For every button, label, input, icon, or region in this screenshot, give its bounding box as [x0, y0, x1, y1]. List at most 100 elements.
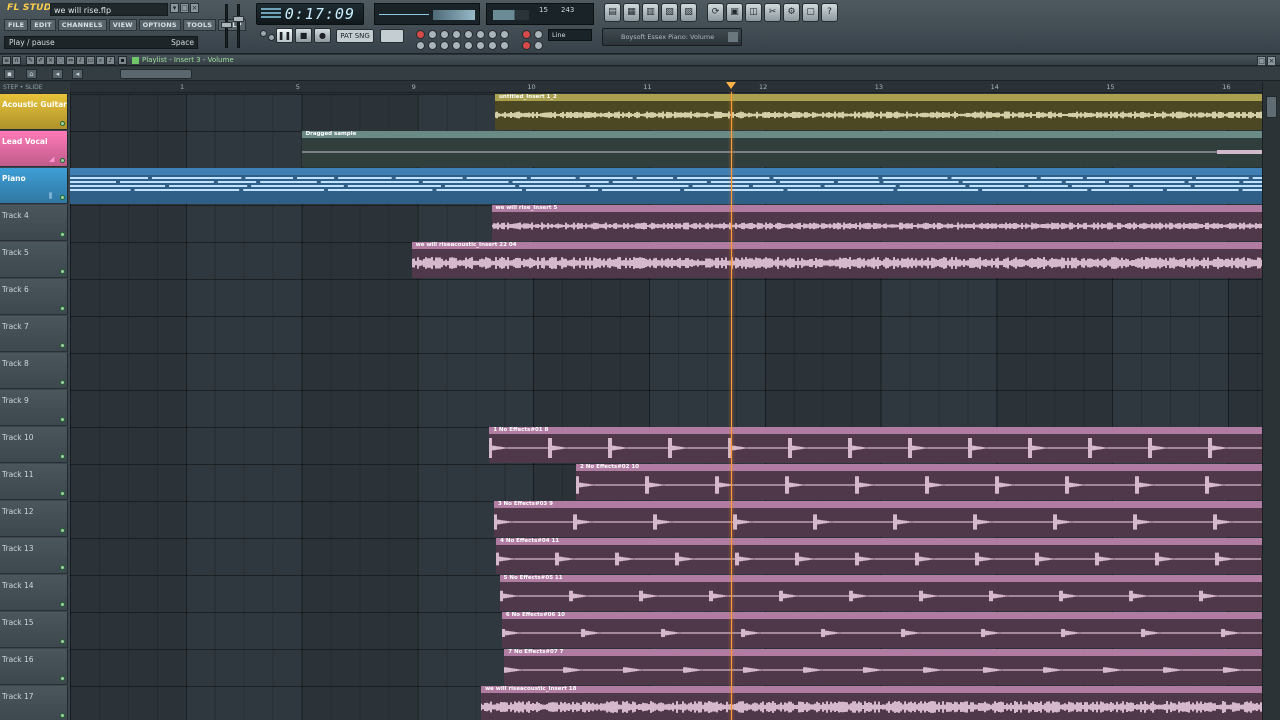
scroll-left-end-icon[interactable]: ◂ [72, 69, 83, 79]
menu-tools[interactable]: TOOLS [182, 19, 217, 31]
play-pause-button[interactable]: ❚❚ [276, 28, 293, 43]
typing-keyboard-icon[interactable] [476, 30, 485, 39]
master-pitch-knob[interactable] [233, 16, 244, 22]
scale-icon[interactable] [464, 41, 473, 50]
track-header[interactable]: Track 16 [0, 649, 68, 685]
scroll-left-icon[interactable]: ◂ [52, 69, 63, 79]
online-icon[interactable]: ▢ [802, 3, 819, 22]
dropdown-arrow-icon[interactable] [728, 32, 738, 42]
minimize-icon[interactable]: ▾ [170, 3, 179, 13]
audio-clip[interactable]: 1 No Effects#01 8 [489, 427, 1262, 463]
track-mute-icon[interactable] [60, 269, 65, 274]
audio-clip[interactable]: 3 No Effects#03 9 [493, 501, 1262, 537]
playhead-marker-icon[interactable] [725, 82, 736, 89]
tempo-knob[interactable] [260, 30, 267, 37]
metronome-icon[interactable] [428, 30, 437, 39]
track-header[interactable]: Track 9 [0, 390, 68, 426]
track-header[interactable]: Track 14 [0, 575, 68, 611]
track-header[interactable]: Track 10 [0, 427, 68, 463]
audio-clip[interactable]: we will riseacoustic_Insert 22 04 [411, 242, 1262, 278]
record-button[interactable]: ● [314, 28, 331, 43]
mixer-icon[interactable]: ▧ [661, 3, 678, 22]
track-mute-icon[interactable] [60, 121, 65, 126]
pattern-clip[interactable] [70, 168, 1262, 204]
countdown-icon[interactable] [440, 30, 449, 39]
focused-control-hint[interactable]: Boysoft Essex Piano: Volume [602, 28, 742, 46]
audio-clip[interactable]: we will rise_Insert 5 [491, 205, 1262, 241]
playlist-maximize-icon[interactable]: □ [1257, 56, 1266, 66]
slice-tool-icon[interactable]: ⫽ [76, 56, 85, 65]
track-header[interactable]: Piano ⫼ [0, 168, 68, 204]
snap-magnet-icon[interactable]: ∩ [12, 56, 21, 65]
playlist-menu-icon[interactable]: ≡ [2, 56, 11, 65]
track-mute-icon[interactable] [60, 528, 65, 533]
track-header[interactable]: Track 17 [0, 686, 68, 720]
wait-input-icon[interactable] [488, 30, 497, 39]
track-mute-icon[interactable] [60, 195, 65, 200]
track-menu-icon[interactable]: ▪ [4, 69, 15, 79]
settings-icon[interactable]: ⚙ [783, 3, 800, 22]
plugin-picker-icon[interactable]: ▣ [726, 3, 743, 22]
menu-view[interactable]: VIEW [108, 19, 137, 31]
track-mute-icon[interactable] [60, 639, 65, 644]
undo-icon[interactable]: ⟳ [707, 3, 724, 22]
master-volume-knob[interactable] [221, 22, 232, 28]
audio-clip[interactable]: untitled_Insert 1_2 [494, 94, 1262, 130]
grid-icon[interactable] [534, 41, 543, 50]
track-header[interactable]: Track 11 [0, 464, 68, 500]
browser-icon[interactable]: ▨ [680, 3, 697, 22]
track-mute-icon[interactable] [60, 343, 65, 348]
track-header[interactable]: Lead Vocal ◢ [0, 131, 68, 167]
playlist-title[interactable]: Playlist - Insert 3 - Volume [132, 55, 234, 65]
chord-icon[interactable] [488, 41, 497, 50]
track-mute-icon[interactable] [60, 306, 65, 311]
track-header[interactable]: Track 12 [0, 501, 68, 537]
slip-tool-icon[interactable]: ⇔ [66, 56, 75, 65]
track-mute-icon[interactable] [60, 602, 65, 607]
audio-clip[interactable]: 7 No Effects#07 7 [504, 649, 1262, 685]
vertical-scrollbar[interactable] [1262, 82, 1280, 720]
overdub-icon[interactable] [416, 41, 425, 50]
cut-icon[interactable]: ✂ [764, 3, 781, 22]
loop-record-icon[interactable] [500, 30, 509, 39]
pattern-link-icon[interactable] [522, 41, 531, 50]
record-mode-icon[interactable] [416, 30, 425, 39]
channel-rack-icon[interactable]: ▥ [642, 3, 659, 22]
playlist-icon[interactable]: ▤ [604, 3, 621, 22]
track-mute-icon[interactable] [60, 713, 65, 718]
menu-file[interactable]: FILE [4, 19, 29, 31]
step-edit-icon[interactable] [464, 30, 473, 39]
zoom-tool-icon[interactable]: ⌕ [96, 56, 105, 65]
track-mute-icon[interactable] [60, 380, 65, 385]
playback-tool-icon[interactable]: ♪ [106, 56, 115, 65]
track-mute-icon[interactable] [60, 232, 65, 237]
track-header[interactable]: Track 5 [0, 242, 68, 278]
delete-tool-icon[interactable]: × [46, 56, 55, 65]
timeline-ruler[interactable]: 1 5 9 10 11 12 13 14 15 16 [70, 82, 1262, 93]
audio-clip[interactable]: 5 No Effects#05 11 [499, 575, 1262, 611]
track-header[interactable]: Track 7 [0, 316, 68, 352]
piano-roll-icon[interactable]: ▦ [623, 3, 640, 22]
track-header[interactable]: Track 4 [0, 205, 68, 241]
playlist-grid[interactable]: untitled_Insert 1_2 Dragged sample we will… [70, 94, 1262, 720]
track-mute-icon[interactable] [60, 158, 65, 163]
snap-mode-select[interactable]: Line [548, 29, 592, 41]
master-pitch-slider[interactable] [237, 4, 240, 48]
menu-channels[interactable]: CHANNELS [57, 19, 107, 31]
audio-clip[interactable]: 4 No Effects#04 11 [496, 538, 1262, 574]
mute-tool-icon[interactable]: ◌ [56, 56, 65, 65]
project-browser-icon[interactable]: ◫ [745, 3, 762, 22]
draw-tool-icon[interactable]: ✎ [26, 56, 35, 65]
arp-icon[interactable] [500, 41, 509, 50]
track-mute-icon[interactable] [60, 491, 65, 496]
snap-icon[interactable] [534, 30, 543, 39]
playlist-close-icon[interactable]: × [1267, 56, 1276, 66]
menu-options[interactable]: OPTIONS [138, 19, 181, 31]
swing-knob[interactable] [268, 34, 275, 41]
accent-icon[interactable] [440, 41, 449, 50]
vertical-scrollbar-thumb[interactable] [1266, 96, 1277, 118]
playlist-pin-icon[interactable]: ▪ [118, 56, 127, 65]
track-mute-icon[interactable] [60, 417, 65, 422]
quantize-icon[interactable] [476, 41, 485, 50]
track-header[interactable]: Track 13 [0, 538, 68, 574]
